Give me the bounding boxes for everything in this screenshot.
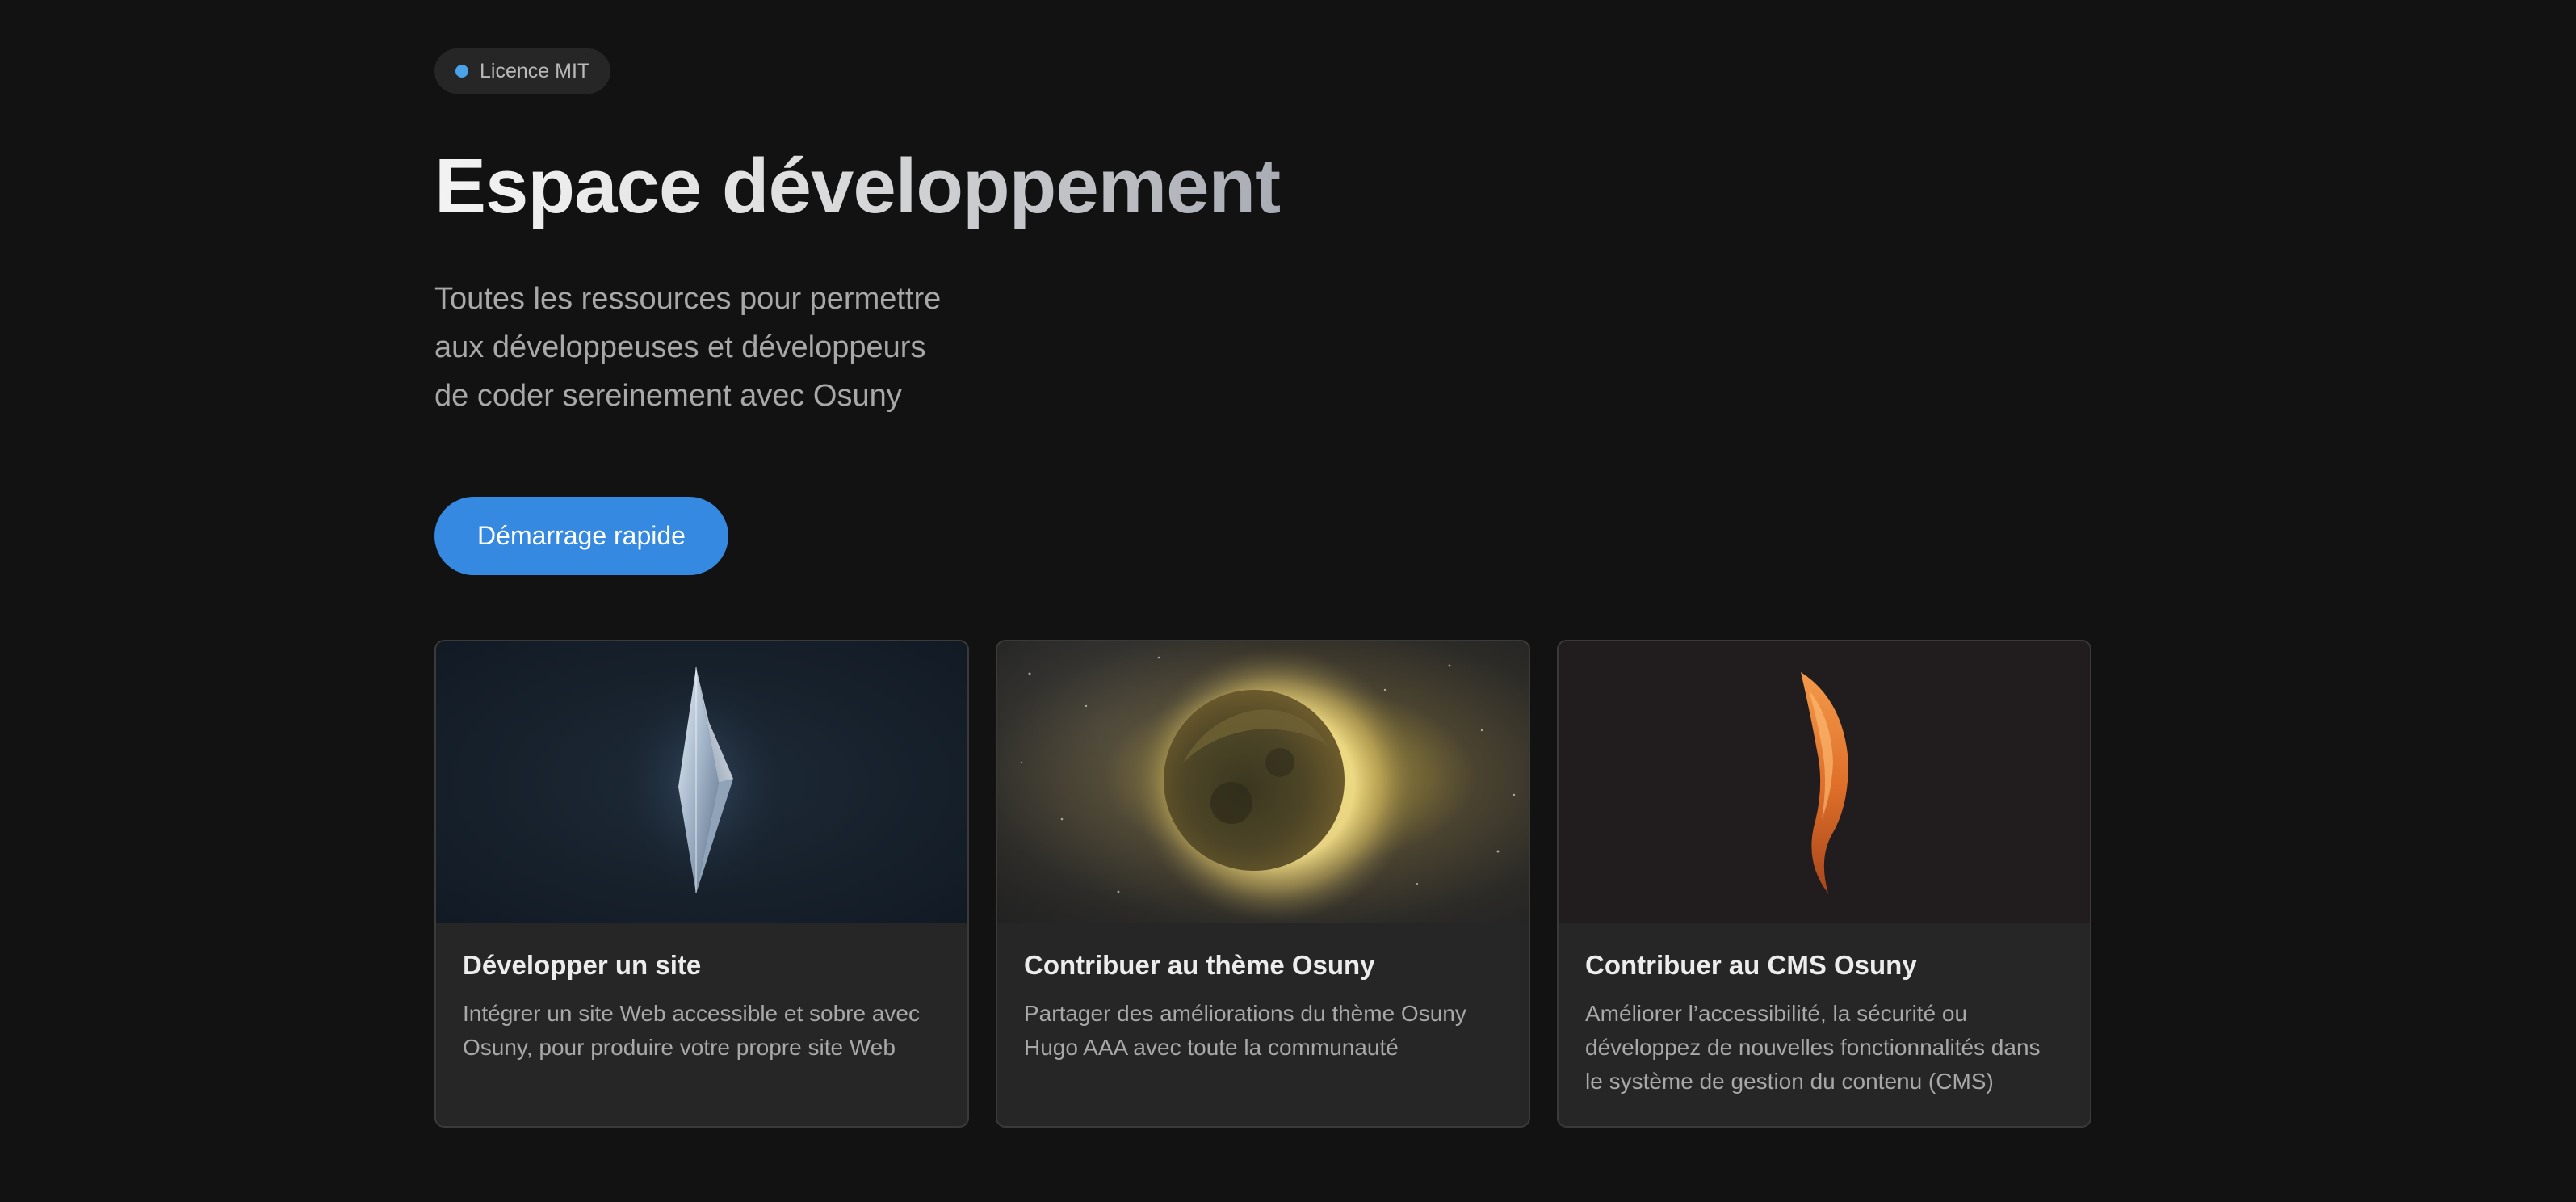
card-title: Contribuer au thème Osuny: [1024, 950, 1375, 980]
page-subtitle: Toutes les ressources pour permettre aux…: [434, 275, 1000, 420]
card-description: Améliorer l’accessibilité, la sécurité o…: [1585, 997, 2070, 1099]
planet-image: [997, 641, 1529, 923]
card-description: Partager des améliorations du thème Osun…: [1024, 997, 1508, 1065]
card-description-line: le système de gestion du contenu (CMS): [1585, 1069, 1994, 1094]
crystal-icon: [614, 662, 791, 904]
status-dot-icon: [455, 65, 468, 78]
card-description-line: Intégrer un site Web accessible et sobre…: [463, 1001, 921, 1026]
card-title: Contribuer au CMS Osuny: [1585, 950, 1917, 980]
card-description-line: Osuny, pour produire votre propre site W…: [463, 1035, 896, 1060]
crystal-image: [436, 641, 967, 923]
license-badge: Licence MIT: [434, 48, 611, 94]
flame-icon: [1801, 672, 1848, 893]
subtitle-line: Toutes les ressources pour permettre: [434, 282, 942, 316]
quick-start-button[interactable]: Démarrage rapide: [434, 497, 728, 575]
card-description-line: Hugo AAA avec toute la communauté: [1024, 1035, 1399, 1060]
card-contribute-theme[interactable]: Contribuer au thème Osuny Partager des a…: [996, 640, 1530, 1128]
page-title: Espace développement: [434, 136, 1281, 237]
card-title: Développer un site: [463, 950, 702, 980]
subtitle-line: aux développeuses et développeurs: [434, 330, 926, 364]
card-contribute-cms[interactable]: Contribuer au CMS Osuny Améliorer l’acce…: [1557, 640, 2091, 1128]
planet-icon: [1020, 648, 1516, 923]
card-description: Intégrer un site Web accessible et sobre…: [463, 997, 947, 1065]
card-description-line: développez de nouvelles fonctionnalités …: [1585, 1035, 2041, 1060]
card-develop-site[interactable]: Développer un site Intégrer un site Web …: [434, 640, 969, 1128]
subtitle-line: de coder sereinement avec Osuny: [434, 379, 902, 413]
card-description-line: Partager des améliorations du thème Osun…: [1024, 1001, 1466, 1026]
flame-image: [1559, 641, 2090, 923]
license-label: Licence MIT: [480, 59, 590, 82]
card-grid: Développer un site Intégrer un site Web …: [434, 640, 2091, 1128]
card-description-line: Améliorer l’accessibilité, la sécurité o…: [1585, 1001, 1968, 1026]
